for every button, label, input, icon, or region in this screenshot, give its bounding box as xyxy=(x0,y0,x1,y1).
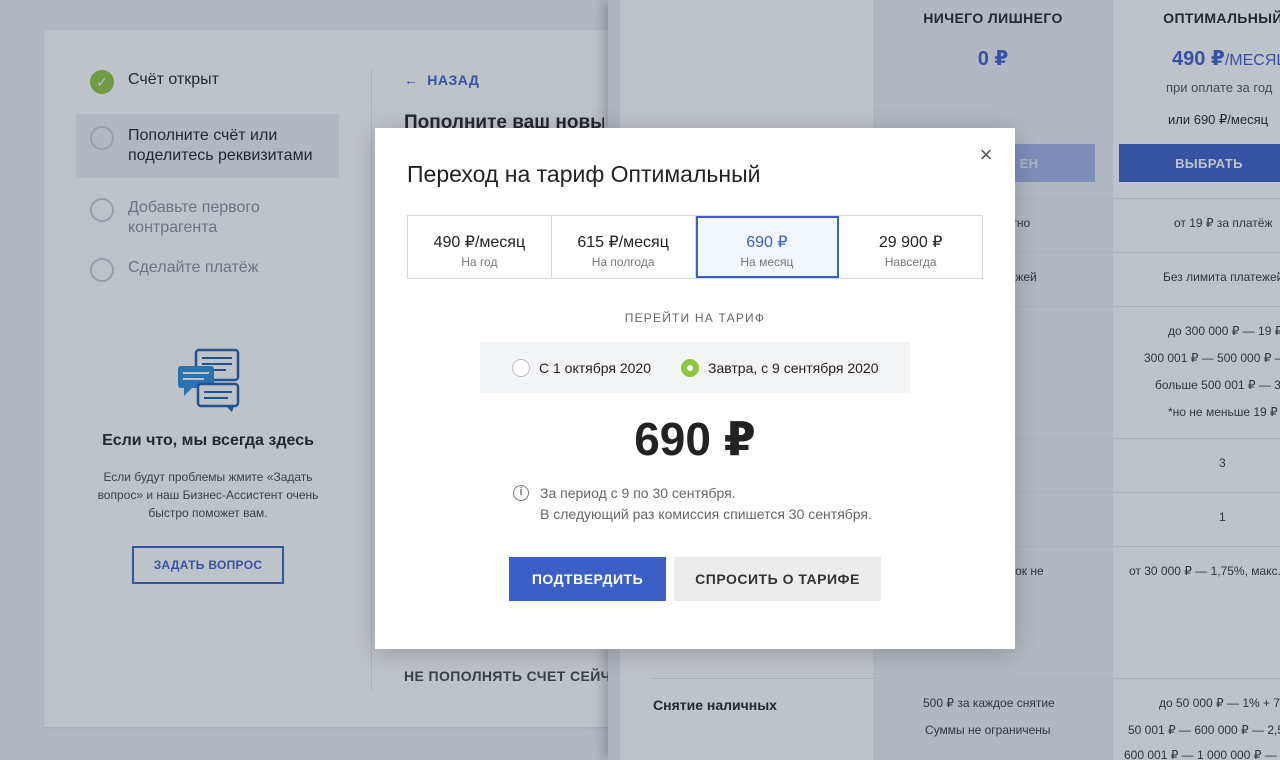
amount-due: 690 ₽ xyxy=(634,413,756,465)
period-label: На год xyxy=(461,255,498,269)
radio-checked-icon xyxy=(681,358,699,377)
start-date-option-tomorrow[interactable]: Завтра, с 9 сентября 2020 xyxy=(681,358,879,377)
ask-about-tariff-button[interactable]: СПРОСИТЬ О ТАРИФЕ xyxy=(674,557,881,601)
confirm-button[interactable]: ПОДТВЕРДИТЬ xyxy=(509,557,666,601)
billing-period-selector: 490 ₽/месяц На год 615 ₽/месяц На полгод… xyxy=(407,215,983,279)
info-text: За период с 9 по 30 сентября. xyxy=(540,485,736,501)
dialog-title: Переход на тариф Оптимальный xyxy=(407,161,761,187)
info-icon: i xyxy=(513,485,529,501)
info-text: В следующий раз комиссия спишется 30 сен… xyxy=(540,506,872,522)
period-option-forever[interactable]: 29 900 ₽ Навсегда xyxy=(839,216,982,278)
radio-icon xyxy=(512,358,530,377)
switch-caption: ПЕРЕЙТИ НА ТАРИФ xyxy=(624,311,766,325)
close-icon[interactable]: × xyxy=(975,144,997,166)
radio-label: С 1 октября 2020 xyxy=(539,359,651,376)
start-date-option-october[interactable]: С 1 октября 2020 xyxy=(512,358,651,377)
period-option-half-year[interactable]: 615 ₽/месяц На полгода xyxy=(552,216,696,278)
start-date-radio-group: С 1 октября 2020 Завтра, с 9 сентября 20… xyxy=(480,342,910,393)
period-price: 490 ₽/месяц xyxy=(433,234,526,251)
radio-label: Завтра, с 9 сентября 2020 xyxy=(708,359,879,376)
period-label: Навсегда xyxy=(884,255,937,269)
period-label: На полгода xyxy=(591,255,655,269)
period-option-year[interactable]: 490 ₽/месяц На год xyxy=(408,216,552,278)
period-price: 615 ₽/месяц xyxy=(577,234,669,251)
tariff-change-dialog: × Переход на тариф Оптимальный 490 ₽/мес… xyxy=(375,128,1015,649)
period-option-month[interactable]: 690 ₽ На месяц xyxy=(695,216,840,278)
period-price: 29 900 ₽ xyxy=(878,234,943,251)
period-label: На месяц xyxy=(740,255,794,269)
payment-info: i За период с 9 по 30 сентября. В следую… xyxy=(513,483,913,525)
period-price: 690 ₽ xyxy=(746,234,788,251)
